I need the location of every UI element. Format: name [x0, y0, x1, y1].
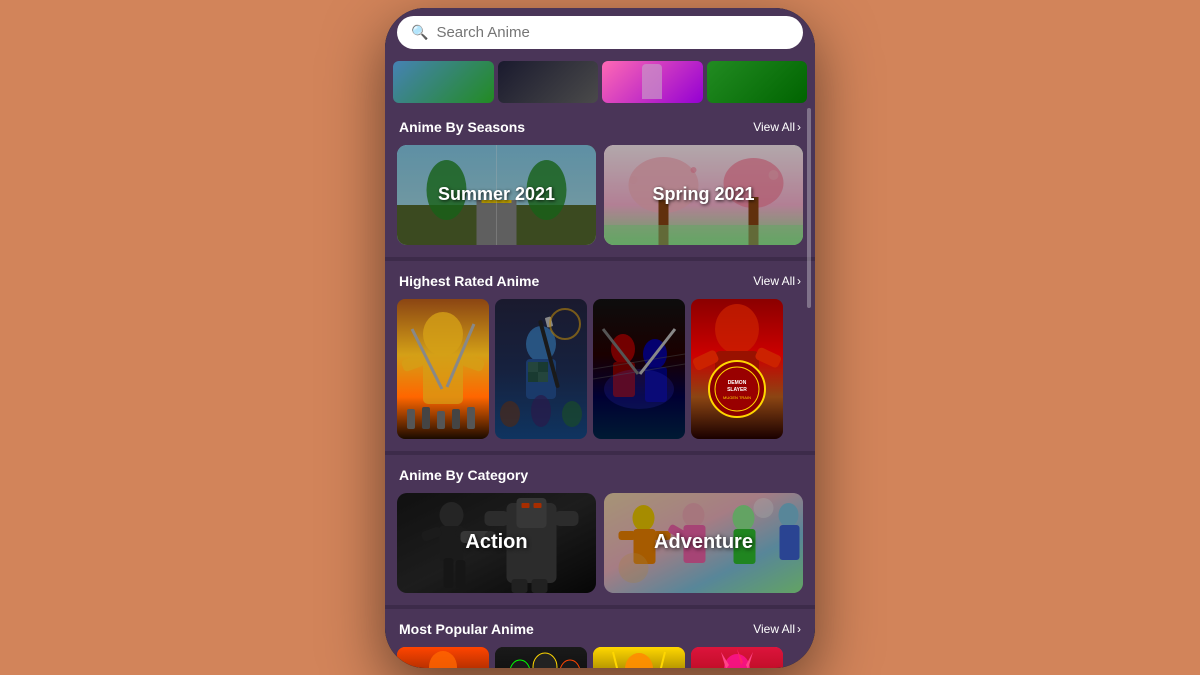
svg-text:SLAYER: SLAYER	[727, 387, 747, 393]
top-banner	[385, 57, 815, 107]
phone-scrollbar	[807, 108, 811, 308]
category-title: Anime By Category	[399, 467, 528, 483]
summer-overlay: Summer 2021	[397, 145, 596, 245]
svg-text:MUGEN TRAIN: MUGEN TRAIN	[723, 395, 751, 400]
search-icon: 🔍	[411, 24, 428, 41]
spring-bg: Spring 2021	[604, 145, 803, 245]
action-label: Action	[465, 531, 527, 554]
summer-bg: Summer 2021	[397, 145, 596, 245]
popular-card-2[interactable]	[495, 647, 587, 668]
search-bar-container: 🔍	[385, 8, 815, 57]
adventure-category-card[interactable]: Adventure	[604, 493, 803, 593]
popular-card-4[interactable]	[691, 647, 783, 668]
most-popular-header: Most Popular Anime View All ›	[385, 609, 815, 647]
seasons-section: Anime By Seasons View All ›	[385, 107, 815, 257]
seasons-view-all[interactable]: View All ›	[753, 120, 801, 134]
search-bar[interactable]: 🔍	[397, 16, 803, 49]
category-section: Anime By Category	[385, 455, 815, 605]
app-content: 🔍 Anime By Seasons View All ›	[385, 8, 815, 668]
highest-rated-section: Highest Rated Anime View All ›	[385, 261, 815, 451]
most-popular-title: Most Popular Anime	[399, 621, 534, 637]
most-popular-chevron: ›	[797, 622, 801, 636]
svg-text:DEMON: DEMON	[728, 380, 747, 386]
category-header: Anime By Category	[385, 455, 815, 493]
category-grid: Action	[385, 493, 815, 593]
highest-rated-grid: DEMON SLAYER MUGEN TRAIN	[385, 299, 815, 439]
kny2-card[interactable]	[593, 299, 685, 439]
adventure-overlay: Adventure	[604, 493, 803, 593]
banner-item-1[interactable]	[393, 61, 494, 103]
seasons-grid: Summer 2021	[385, 145, 815, 245]
highest-rated-title: Highest Rated Anime	[399, 273, 539, 289]
highest-rated-header: Highest Rated Anime View All ›	[385, 261, 815, 299]
search-input[interactable]	[436, 24, 789, 41]
summer-label: Summer 2021	[438, 184, 555, 205]
spring-label: Spring 2021	[652, 184, 754, 205]
seasons-header: Anime By Seasons View All ›	[385, 107, 815, 145]
popular-card-3[interactable]	[593, 647, 685, 668]
seasons-chevron: ›	[797, 120, 801, 134]
summer-2021-card[interactable]: Summer 2021	[397, 145, 596, 245]
banner-item-3[interactable]	[602, 61, 703, 103]
highest-rated-view-all[interactable]: View All ›	[753, 274, 801, 288]
banner-item-2[interactable]	[498, 61, 599, 103]
action-overlay: Action	[397, 493, 596, 593]
most-popular-grid	[385, 647, 815, 668]
most-popular-section: Most Popular Anime View All ›	[385, 609, 815, 668]
ds-card[interactable]: DEMON SLAYER MUGEN TRAIN	[691, 299, 783, 439]
spring-overlay: Spring 2021	[604, 145, 803, 245]
kny1-card[interactable]	[495, 299, 587, 439]
aot-card[interactable]	[397, 299, 489, 439]
adventure-label: Adventure	[654, 531, 753, 554]
action-category-card[interactable]: Action	[397, 493, 596, 593]
banner-item-4[interactable]	[707, 61, 808, 103]
most-popular-view-all[interactable]: View All ›	[753, 622, 801, 636]
seasons-title: Anime By Seasons	[399, 119, 525, 135]
spring-2021-card[interactable]: Spring 2021	[604, 145, 803, 245]
phone-frame: 🔍 Anime By Seasons View All ›	[385, 8, 815, 668]
popular-card-1[interactable]	[397, 647, 489, 668]
highest-rated-chevron: ›	[797, 274, 801, 288]
